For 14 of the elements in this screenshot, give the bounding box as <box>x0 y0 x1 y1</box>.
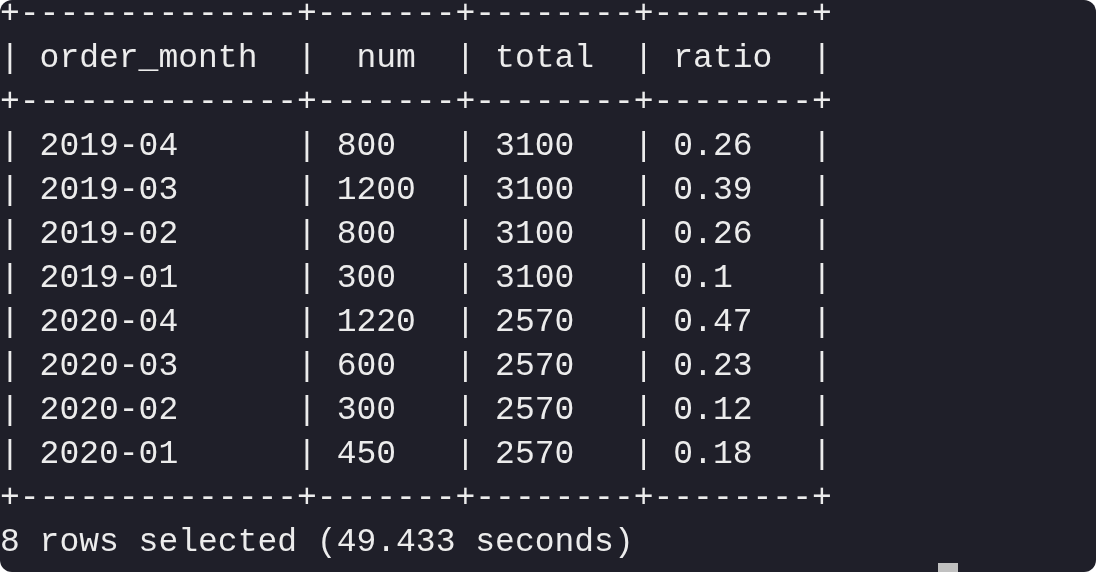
terminal-line: | 2020-03 | 600 | 2570 | 0.23 | <box>0 347 832 387</box>
terminal-line: | 2019-02 | 800 | 3100 | 0.26 | <box>0 215 832 255</box>
terminal-line: | 2020-01 | 450 | 2570 | 0.18 | <box>0 435 832 475</box>
terminal-line: | 2019-04 | 800 | 3100 | 0.26 | <box>0 127 832 167</box>
terminal-line: +--------------+-------+--------+--------+ <box>0 83 832 123</box>
terminal-line: | order_month | num | total | ratio | <box>0 39 832 79</box>
terminal-line: +--------------+-------+--------+--------+ <box>0 0 832 35</box>
terminal-line: | 2020-02 | 300 | 2570 | 0.12 | <box>0 391 832 431</box>
cursor <box>938 563 958 572</box>
terminal-line: | 2019-01 | 300 | 3100 | 0.1 | <box>0 259 832 299</box>
terminal-line: +--------------+-------+--------+--------+ <box>0 479 832 519</box>
terminal-line: | 2020-04 | 1220 | 2570 | 0.47 | <box>0 303 832 343</box>
terminal-line: 8 rows selected (49.433 seconds) <box>0 523 634 563</box>
terminal-line: | 2019-03 | 1200 | 3100 | 0.39 | <box>0 171 832 211</box>
